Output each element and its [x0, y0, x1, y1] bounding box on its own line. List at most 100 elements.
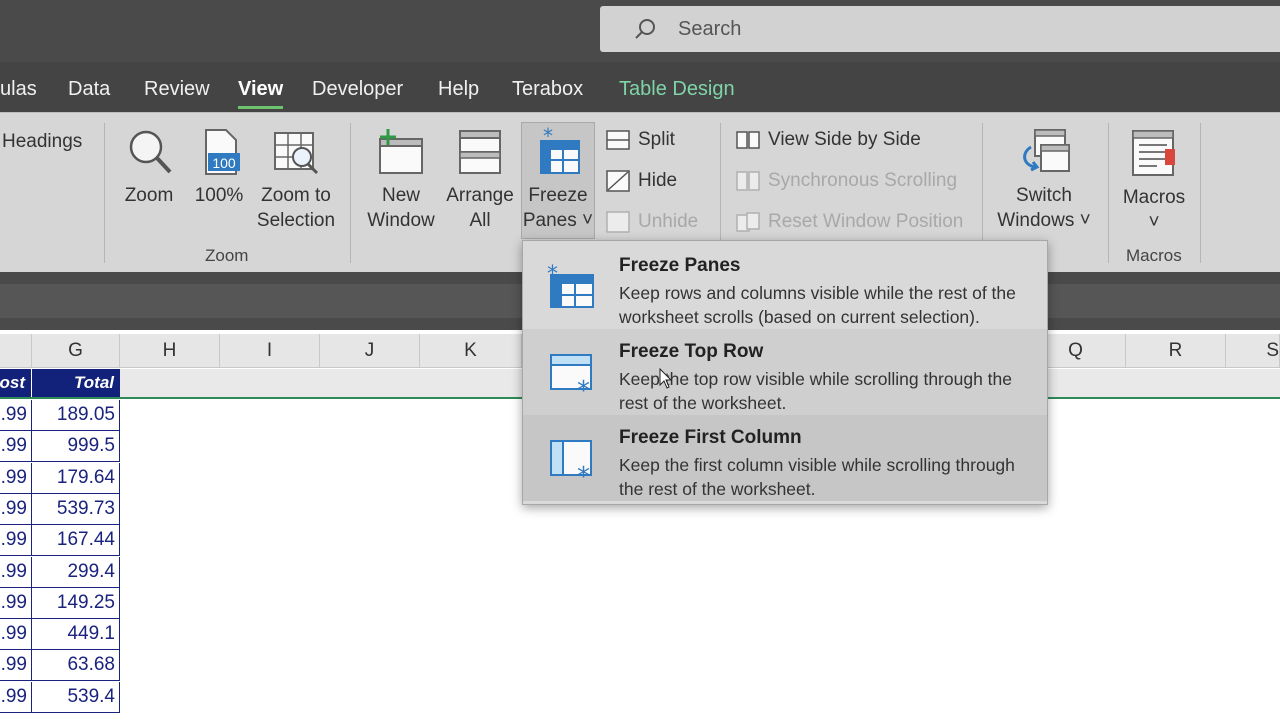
table-cell-total[interactable]: 539.4	[32, 681, 120, 713]
table-cell-total[interactable]: 449.1	[32, 619, 120, 651]
hide-button[interactable]: Hide	[606, 170, 677, 192]
macros-group-label: Macros	[1126, 246, 1182, 265]
ribbon-separator	[1108, 123, 1109, 263]
table-cell-total[interactable]: 63.68	[32, 650, 120, 682]
ribbon-tab-bar: ulas Data Review View Developer Help Ter…	[0, 62, 1280, 112]
svg-text:*: *	[577, 376, 590, 397]
zoom-to-selection-button[interactable]: Zoom to Selection	[252, 127, 340, 233]
table-cell-total[interactable]: 167.44	[32, 525, 120, 557]
tab-help[interactable]: Help	[438, 78, 479, 101]
unhide-icon	[606, 211, 630, 233]
zoom-to-selection-label-1: Zoom to	[261, 185, 331, 206]
table-cell-cost[interactable]: .99	[0, 556, 32, 588]
tab-data[interactable]: Data	[68, 78, 110, 101]
zoom-to-selection-label-2: Selection	[256, 210, 336, 231]
table-cell-cost[interactable]: .99	[0, 431, 32, 463]
freeze-panes-icon: *	[547, 263, 594, 308]
table-cell-cost[interactable]: .99	[0, 462, 32, 494]
menu-item-freeze-panes[interactable]: * Freeze Panes Keep rows and columns vis…	[523, 243, 1047, 329]
ribbon-separator	[1200, 123, 1201, 263]
table-cell-cost[interactable]: .99	[0, 493, 32, 525]
menu-item-description: Keep the first column visible while scro…	[619, 455, 1015, 499]
arrange-all-icon	[459, 130, 501, 174]
zoom-group-label: Zoom	[205, 246, 249, 265]
arrange-all-label-1: Arrange	[446, 185, 514, 206]
column-header-r[interactable]: R	[1126, 334, 1226, 368]
menu-item-title: Freeze First Column	[619, 427, 802, 448]
new-window-icon	[379, 129, 423, 174]
table-header-total[interactable]: Total	[32, 369, 120, 397]
column-header-s[interactable]: S	[1226, 334, 1280, 368]
new-window-label-1: New	[381, 185, 420, 206]
tab-view[interactable]: View	[238, 78, 284, 109]
column-header-f[interactable]	[0, 334, 32, 368]
tab-developer[interactable]: Developer	[312, 78, 403, 101]
column-header-j[interactable]: J	[320, 334, 420, 368]
macros-icon	[1132, 130, 1175, 176]
macros-button[interactable]: Macros ˅	[1118, 127, 1190, 235]
table-cell-cost[interactable]: .99	[0, 587, 32, 619]
search-placeholder: Search	[678, 18, 742, 40]
title-bar: Search	[0, 0, 1280, 62]
table-cell-total[interactable]: 299.4	[32, 556, 120, 588]
table-cell-total[interactable]: 179.64	[32, 462, 120, 494]
table-cell-cost[interactable]: .99	[0, 650, 32, 682]
hide-icon	[606, 170, 630, 192]
zoom-100-button[interactable]: 100 100%	[190, 127, 248, 208]
switch-windows-label-2: Windows ˅	[997, 210, 1091, 231]
column-header-g[interactable]: G	[32, 334, 120, 368]
column-header-h[interactable]: H	[120, 334, 220, 368]
zoom-100-badge: 100	[212, 155, 236, 171]
svg-text:*: *	[543, 127, 553, 148]
zoom-label: Zoom	[124, 185, 174, 206]
tab-formulas[interactable]: ulas	[0, 78, 37, 101]
switch-windows-label-1: Switch	[1016, 185, 1072, 206]
table-cell-cost[interactable]: .99	[0, 681, 32, 713]
ribbon-separator	[350, 123, 351, 263]
table-cell-total[interactable]: 539.73	[32, 493, 120, 525]
tab-review[interactable]: Review	[144, 78, 210, 101]
table-header-cost[interactable]: ost	[0, 369, 32, 397]
column-header-k[interactable]: K	[420, 334, 522, 368]
split-icon	[606, 130, 630, 150]
freeze-panes-button[interactable]: * Freeze Panes ˅	[521, 122, 595, 239]
unhide-button[interactable]: Unhide	[606, 211, 698, 233]
headings-checkbox-label[interactable]: Headings	[2, 131, 82, 153]
tab-terabox[interactable]: Terabox	[512, 78, 583, 101]
search-box[interactable]: Search	[600, 6, 1280, 52]
table-cell-cost[interactable]: .99	[0, 619, 32, 651]
reset-window-position-button[interactable]: Reset Window Position	[736, 211, 963, 233]
zoom-button[interactable]: Zoom	[116, 127, 182, 208]
freeze-panes-icon: *	[540, 127, 580, 174]
menu-item-freeze-top-row[interactable]: * Freeze Top Row Keep the top row visibl…	[523, 329, 1047, 415]
table-cell-cost[interactable]: .99	[0, 525, 32, 557]
table-cell-total[interactable]: 999.5	[32, 431, 120, 463]
menu-item-title: Freeze Panes	[619, 255, 741, 276]
reset-window-position-label: Reset Window Position	[768, 211, 964, 232]
search-icon	[635, 19, 655, 39]
view-side-by-side-button[interactable]: View Side by Side	[736, 129, 921, 151]
arrange-all-button[interactable]: Arrange All	[444, 127, 516, 233]
split-button[interactable]: Split	[606, 129, 675, 151]
mouse-cursor-icon	[659, 368, 673, 389]
tab-table-design[interactable]: Table Design	[619, 78, 735, 101]
magnifier-icon	[129, 130, 172, 174]
hide-label: Hide	[638, 170, 678, 191]
synchronous-scrolling-label: Synchronous Scrolling	[768, 170, 958, 191]
macros-label-2: ˅	[1148, 212, 1160, 233]
new-window-button[interactable]: New Window	[362, 127, 440, 233]
zoom-selection-icon	[274, 132, 319, 175]
freeze-first-column-icon: *	[550, 440, 592, 483]
table-cell-cost[interactable]: .99	[0, 400, 32, 431]
freeze-panes-label-2: Panes ˅	[522, 210, 594, 231]
table-cell-total[interactable]: 189.05	[32, 400, 120, 431]
menu-item-freeze-first-column[interactable]: * Freeze First Column Keep the first col…	[523, 415, 1047, 501]
synchronous-scrolling-button[interactable]: Synchronous Scrolling	[736, 170, 957, 192]
table-cell-total[interactable]: 149.25	[32, 587, 120, 619]
svg-text:*: *	[547, 263, 558, 287]
freeze-panes-menu: * Freeze Panes Keep rows and columns vis…	[522, 240, 1048, 505]
freeze-panes-label-1: Freeze	[528, 185, 588, 206]
switch-windows-button[interactable]: Switch Windows ˅	[990, 127, 1098, 233]
view-side-by-side-label: View Side by Side	[768, 129, 921, 150]
column-header-i[interactable]: I	[220, 334, 320, 368]
